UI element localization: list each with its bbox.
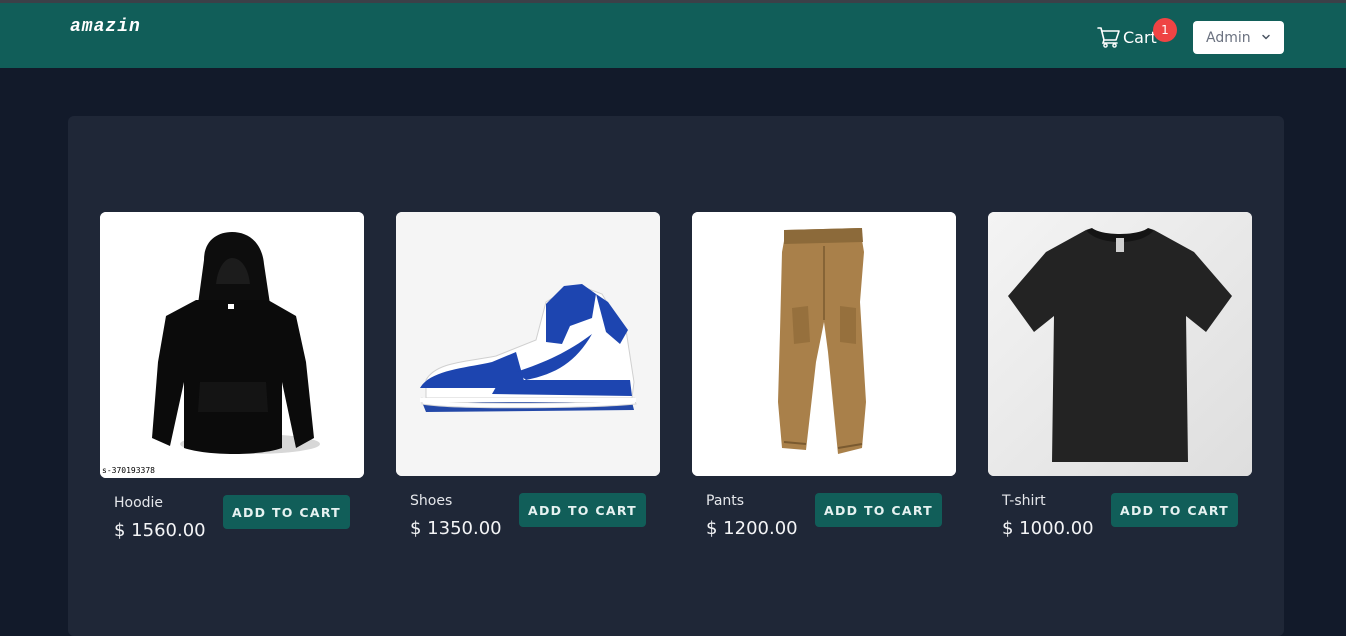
product-name: Pants: [706, 493, 745, 509]
user-menu-dropdown[interactable]: Admin: [1193, 21, 1284, 54]
add-to-cart-button[interactable]: ADD TO CART: [519, 493, 646, 527]
product-name: Hoodie: [114, 495, 164, 511]
product-card-tshirt: T-shirt $ 1000.00 ADD TO CART: [988, 212, 1252, 552]
image-caption: s-370193378: [102, 466, 155, 475]
cart-label: Cart: [1123, 27, 1157, 47]
cart-link[interactable]: Cart: [1097, 25, 1157, 49]
logo[interactable]: amazin: [70, 17, 141, 37]
product-card-pants: Pants $ 1200.00 ADD TO CART: [692, 212, 956, 552]
product-price: $ 1000.00: [1002, 518, 1094, 539]
product-price: $ 1350.00: [410, 518, 502, 539]
product-panel: s-370193378 Hoodie $ 1560.00 ADD TO CART…: [68, 116, 1284, 636]
add-to-cart-button[interactable]: ADD TO CART: [223, 495, 350, 529]
product-image-shoes[interactable]: [396, 212, 660, 476]
product-name: Shoes: [410, 493, 453, 509]
user-menu-label: Admin: [1206, 29, 1251, 46]
product-name: T-shirt: [1002, 493, 1046, 509]
product-price: $ 1200.00: [706, 518, 798, 539]
add-to-cart-button[interactable]: ADD TO CART: [1111, 493, 1238, 527]
product-price: $ 1560.00: [114, 520, 206, 541]
shopping-cart-icon: [1097, 27, 1120, 48]
product-image-pants[interactable]: [692, 212, 956, 476]
product-card-hoodie: s-370193378 Hoodie $ 1560.00 ADD TO CART: [100, 212, 364, 552]
top-navbar: amazin Cart 1 Admin: [0, 0, 1346, 68]
product-card-shoes: Shoes $ 1350.00 ADD TO CART: [396, 212, 660, 552]
add-to-cart-button[interactable]: ADD TO CART: [815, 493, 942, 527]
chevron-down-icon: [1262, 34, 1270, 40]
cart-count-badge: 1: [1153, 18, 1177, 42]
product-image-hoodie[interactable]: s-370193378: [100, 212, 364, 478]
product-image-tshirt[interactable]: [988, 212, 1252, 476]
